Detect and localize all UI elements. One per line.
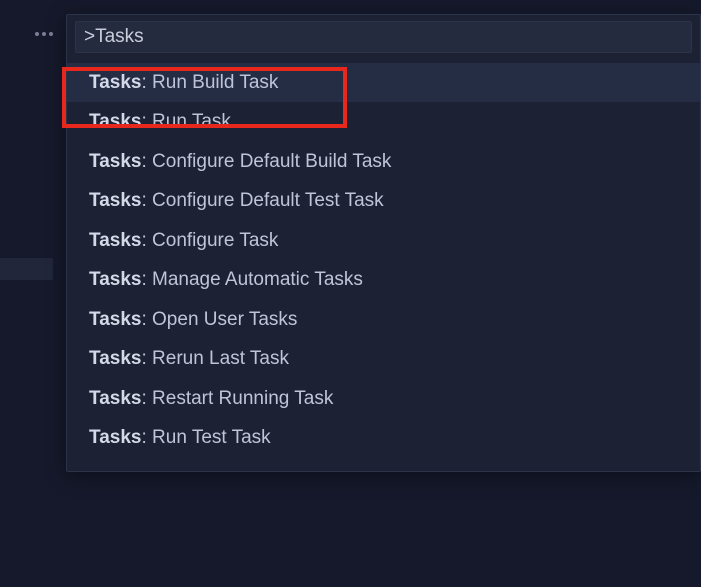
result-prefix: Tasks — [89, 151, 141, 172]
command-result-item[interactable]: Tasks: Configure Task — [67, 221, 700, 260]
result-rest: : Open User Tasks — [141, 309, 297, 330]
command-result-item[interactable]: Tasks: Restart Running Task — [67, 379, 700, 418]
command-result-item[interactable]: Tasks: Manage Automatic Tasks — [67, 260, 700, 299]
result-prefix: Tasks — [89, 427, 141, 448]
command-input-container — [67, 15, 700, 59]
command-result-item[interactable]: Tasks: Run Task — [67, 102, 700, 141]
command-palette: Tasks: Run Build Task Tasks: Run Task Ta… — [66, 14, 701, 472]
result-rest: : Configure Default Build Task — [141, 151, 391, 172]
result-rest: : Run Build Task — [141, 72, 278, 93]
command-results-list: Tasks: Run Build Task Tasks: Run Task Ta… — [67, 59, 700, 471]
command-result-item[interactable]: Tasks: Rerun Last Task — [67, 339, 700, 378]
command-result-item[interactable]: Tasks: Run Build Task — [67, 63, 700, 102]
result-prefix: Tasks — [89, 388, 141, 409]
result-prefix: Tasks — [89, 72, 141, 93]
result-rest: : Restart Running Task — [141, 388, 333, 409]
result-prefix: Tasks — [89, 309, 141, 330]
result-rest: : Manage Automatic Tasks — [141, 269, 362, 290]
command-result-item[interactable]: Tasks: Configure Default Test Task — [67, 181, 700, 220]
result-prefix: Tasks — [89, 348, 141, 369]
result-rest: : Rerun Last Task — [141, 348, 289, 369]
result-rest: : Configure Task — [141, 230, 278, 251]
result-prefix: Tasks — [89, 111, 141, 132]
result-rest: : Configure Default Test Task — [141, 190, 383, 211]
command-result-item[interactable]: Tasks: Open User Tasks — [67, 300, 700, 339]
command-input[interactable] — [75, 21, 692, 53]
result-rest: : Run Task — [141, 111, 230, 132]
command-result-item[interactable]: Tasks: Configure Default Build Task — [67, 142, 700, 181]
result-prefix: Tasks — [89, 269, 141, 290]
command-result-item[interactable]: Tasks: Run Test Task — [67, 418, 700, 457]
sidebar-item-highlight — [0, 258, 53, 280]
more-icon[interactable] — [35, 32, 53, 36]
result-prefix: Tasks — [89, 230, 141, 251]
result-rest: : Run Test Task — [141, 427, 270, 448]
result-prefix: Tasks — [89, 190, 141, 211]
